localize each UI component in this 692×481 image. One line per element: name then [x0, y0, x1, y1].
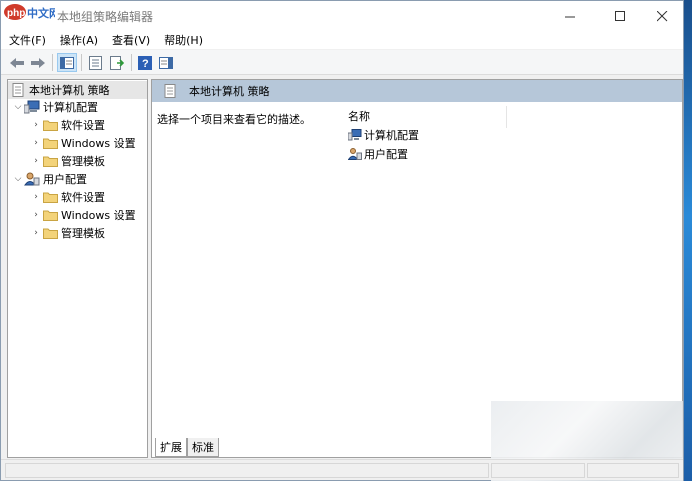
policy-document-icon: [10, 83, 26, 97]
svg-text:php: php: [7, 8, 25, 19]
tree-item-label: 本地计算机 策略: [29, 84, 110, 97]
chevron-right-icon[interactable]: ›: [30, 227, 42, 239]
help-button[interactable]: ?: [135, 53, 155, 72]
gpedit-window: php 中文网 本地组策略编辑器 文件(F) 操作(A) 查看(V) 帮助(H): [0, 0, 684, 481]
chevron-right-icon[interactable]: ›: [30, 209, 42, 221]
details-header: 本地计算机 策略: [152, 80, 682, 102]
show-hide-tree-button[interactable]: [57, 53, 77, 72]
tree-item-admin-templates-user[interactable]: › 管理模板: [30, 224, 105, 242]
close-button[interactable]: [639, 1, 685, 31]
tree-item-root[interactable]: 本地计算机 策略: [8, 81, 147, 99]
tree-item-label: Windows 设置: [61, 209, 136, 222]
tree-item-label: 软件设置: [61, 191, 105, 204]
svg-text:?: ?: [142, 58, 149, 70]
description-text: 选择一个项目来查看它的描述。: [157, 113, 311, 126]
user-icon: [348, 147, 362, 161]
folder-icon: [42, 118, 58, 132]
tree-item-software-settings-computer[interactable]: › 软件设置: [30, 116, 105, 134]
tree-item-windows-settings-computer[interactable]: › Windows 设置: [30, 134, 136, 152]
show-hide-tree-icon: [60, 56, 74, 69]
list-item-computer-config[interactable]: 计算机配置: [348, 127, 419, 143]
details-header-title: 本地计算机 策略: [189, 85, 270, 98]
properties-button[interactable]: [85, 53, 105, 72]
tree-item-software-settings-user[interactable]: › 软件设置: [30, 188, 105, 206]
svg-text:中文网: 中文网: [27, 6, 55, 20]
forward-button[interactable]: [28, 53, 48, 72]
tab-standard[interactable]: 标准: [187, 438, 219, 457]
menu-file[interactable]: 文件(F): [9, 32, 46, 48]
tree-item-label: 计算机配置: [43, 101, 98, 114]
status-cell: [5, 463, 489, 478]
menu-action[interactable]: 操作(A): [60, 32, 98, 48]
folder-icon: [42, 208, 58, 222]
chevron-right-icon[interactable]: ›: [30, 191, 42, 203]
back-button[interactable]: [7, 53, 27, 72]
toolbar-separator: [131, 54, 132, 71]
maximize-icon: [614, 10, 625, 21]
chevron-down-icon[interactable]: ⌵: [12, 101, 24, 113]
close-icon: [656, 10, 667, 21]
minimize-icon: [564, 16, 575, 17]
status-cell: [491, 463, 585, 478]
computer-icon: [24, 100, 40, 114]
folder-icon: [42, 226, 58, 240]
toolbar-separator: [81, 54, 82, 71]
column-divider[interactable]: [506, 106, 507, 128]
export-list-button[interactable]: [107, 53, 127, 72]
php-logo: php 中文网: [4, 4, 55, 20]
chevron-down-icon[interactable]: ⌵: [12, 173, 24, 185]
tree-item-computer-config[interactable]: ⌵ 计算机配置: [12, 98, 98, 116]
menu-help[interactable]: 帮助(H): [164, 32, 203, 48]
list-item-user-config[interactable]: 用户配置: [348, 146, 408, 162]
status-bar: [1, 459, 683, 480]
chevron-right-icon[interactable]: ›: [30, 155, 42, 167]
tree-item-user-config[interactable]: ⌵ 用户配置: [12, 170, 87, 188]
chevron-right-icon[interactable]: ›: [30, 137, 42, 149]
title-bar[interactable]: php 中文网 本地组策略编辑器: [1, 1, 683, 31]
menu-bar: 文件(F) 操作(A) 查看(V) 帮助(H): [1, 31, 683, 49]
list-item-label: 用户配置: [364, 148, 408, 161]
status-cell: [587, 463, 679, 478]
chevron-right-icon[interactable]: ›: [30, 119, 42, 131]
computer-icon: [348, 128, 362, 142]
back-arrow-icon: [10, 57, 24, 68]
export-list-icon: [109, 55, 124, 70]
show-hide-action-pane-button[interactable]: [156, 53, 176, 72]
properties-icon: [88, 55, 102, 70]
column-header-name[interactable]: 名称: [348, 108, 370, 124]
minimize-button[interactable]: [547, 1, 593, 31]
folder-icon: [42, 136, 58, 150]
tree-item-label: Windows 设置: [61, 137, 136, 150]
tree-pane[interactable]: 本地计算机 策略 ⌵ 计算机配置 › 软件设置 › Windows 设置 › 管…: [7, 79, 148, 458]
menu-view[interactable]: 查看(V): [112, 32, 150, 48]
tree-item-label: 软件设置: [61, 119, 105, 132]
window-title: 本地组策略编辑器: [57, 10, 154, 24]
tree-item-label: 用户配置: [43, 173, 87, 186]
list-item-label: 计算机配置: [364, 129, 419, 142]
tree-item-windows-settings-user[interactable]: › Windows 设置: [30, 206, 136, 224]
policy-document-icon: [162, 84, 178, 98]
user-icon: [24, 172, 40, 186]
help-icon: ?: [138, 55, 152, 70]
folder-icon: [42, 190, 58, 204]
tab-extended[interactable]: 扩展: [155, 438, 187, 457]
show-hide-action-pane-icon: [159, 56, 173, 69]
tree-item-label: 管理模板: [61, 155, 105, 168]
forward-arrow-icon: [31, 57, 45, 68]
tree-item-label: 管理模板: [61, 227, 105, 240]
folder-icon: [42, 154, 58, 168]
toolbar-separator: [52, 54, 53, 71]
toolbar: ?: [1, 50, 683, 75]
tree-item-admin-templates-computer[interactable]: › 管理模板: [30, 152, 105, 170]
desktop-background: [683, 0, 692, 481]
maximize-button[interactable]: [597, 1, 643, 31]
